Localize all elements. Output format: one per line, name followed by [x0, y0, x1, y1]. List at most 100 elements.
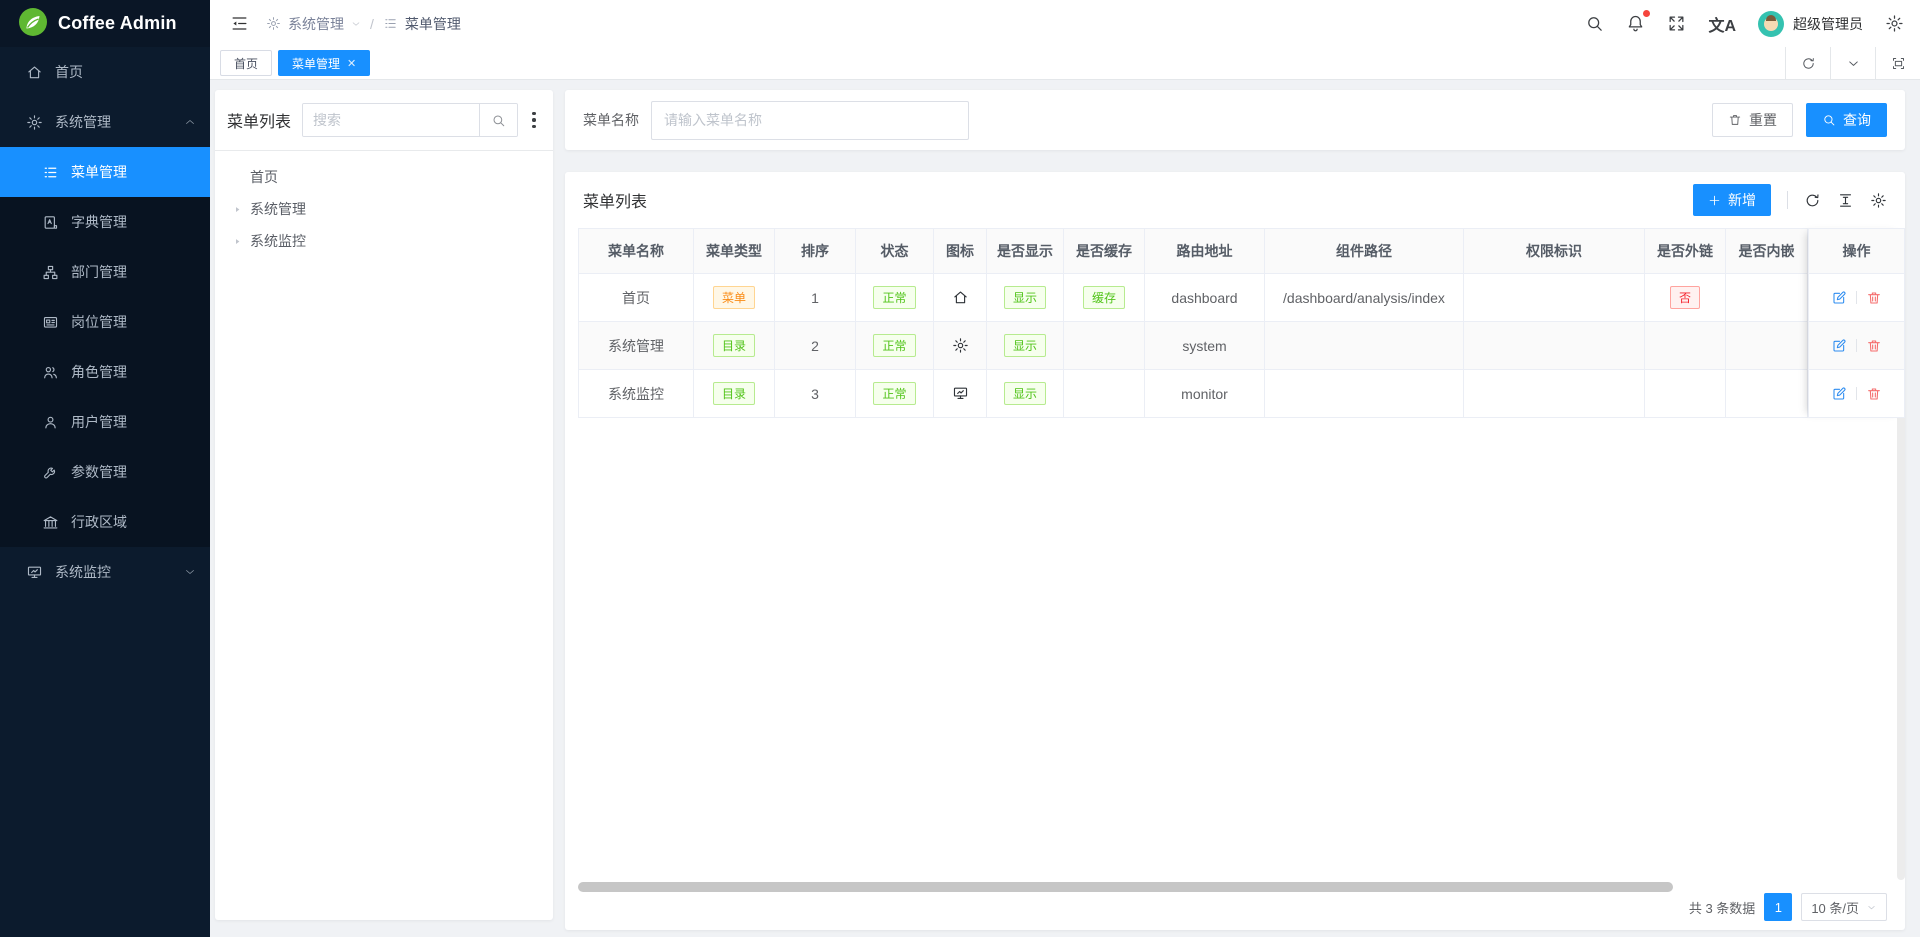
menu-type-tag: 菜单: [713, 286, 755, 309]
roles-icon: [42, 364, 59, 381]
row-height-icon[interactable]: [1837, 192, 1854, 209]
sidebar-item-menu-management[interactable]: 菜单管理: [0, 147, 210, 197]
search-icon: [1822, 113, 1836, 127]
horizontal-scrollbar-thumb[interactable]: [578, 882, 1673, 892]
delete-icon[interactable]: [1866, 386, 1882, 402]
sidebar-item-dept-management[interactable]: 部门管理: [0, 247, 210, 297]
menu-name-input[interactable]: [651, 101, 969, 140]
pagination: 共 3 条数据 1 10 条/页: [1689, 893, 1887, 921]
tree-search-button[interactable]: [479, 104, 517, 136]
plus-icon: [1708, 194, 1721, 207]
sidebar-collapse-icon[interactable]: [226, 11, 252, 37]
gear-icon: [952, 337, 969, 354]
table-card-header: 菜单列表 新增: [565, 172, 1905, 228]
visible-tag: 显示: [1004, 382, 1046, 405]
close-tab-icon[interactable]: ✕: [347, 57, 356, 70]
org-chart-icon: [42, 264, 59, 281]
tree-node-system-management[interactable]: 系统管理: [221, 193, 547, 225]
query-button[interactable]: 查询: [1806, 103, 1887, 137]
tab-home[interactable]: 首页: [220, 50, 272, 76]
translate-icon[interactable]: 文A: [1708, 12, 1736, 36]
delete-icon[interactable]: [1866, 338, 1882, 354]
user-menu[interactable]: 超级管理员: [1758, 11, 1863, 37]
dictionary-icon: [42, 214, 59, 231]
external-link-tag: 否: [1670, 286, 1700, 309]
search-icon[interactable]: [1585, 14, 1604, 33]
home-icon: [26, 64, 43, 81]
breadcrumb-level2: 菜单管理: [405, 14, 461, 34]
page-size-select[interactable]: 10 条/页: [1801, 893, 1887, 921]
sidebar-item-dict-management[interactable]: 字典管理: [0, 197, 210, 247]
bank-icon: [42, 514, 59, 531]
menu-type-tag: 目录: [713, 334, 755, 357]
tree-node-home[interactable]: 首页: [221, 161, 547, 193]
cache-tag: 缓存: [1083, 286, 1125, 309]
tree-search-input[interactable]: [303, 104, 479, 136]
home-icon: [952, 289, 969, 306]
monitor-icon: [952, 385, 969, 402]
trash-icon: [1728, 113, 1742, 127]
sidebar-item-param-management[interactable]: 参数管理: [0, 447, 210, 497]
fullscreen-icon[interactable]: [1667, 14, 1686, 33]
main-column: 菜单名称 重置 查询 菜单列表 新增: [565, 90, 1905, 150]
monitor-icon: [26, 564, 43, 581]
breadcrumb: 系统管理 / 菜单管理: [266, 14, 461, 34]
breadcrumb-level1[interactable]: 系统管理: [288, 14, 344, 34]
sidebar-item-home[interactable]: 首页: [0, 47, 210, 97]
status-tag: 正常: [873, 382, 915, 405]
chevron-down-icon[interactable]: [1830, 47, 1875, 79]
add-button[interactable]: 新增: [1693, 184, 1771, 216]
status-tag: 正常: [873, 286, 915, 309]
user-icon: [42, 414, 59, 431]
chevron-down-icon: [184, 566, 196, 578]
tree-more-icon[interactable]: [527, 110, 541, 131]
app-logo: Coffee Admin: [0, 0, 210, 47]
maximize-icon[interactable]: [1875, 47, 1920, 79]
search-form-card: 菜单名称 重置 查询: [565, 90, 1905, 150]
row-actions: [1808, 370, 1905, 418]
bell-icon[interactable]: [1626, 14, 1645, 33]
username: 超级管理员: [1793, 14, 1863, 34]
refresh-icon[interactable]: [1785, 47, 1830, 79]
table-row[interactable]: 系统监控 目录 3 正常 显示 monitor: [578, 370, 1808, 418]
content-area: 菜单列表 首页 系统管理 系统监控: [210, 80, 1920, 937]
refresh-icon[interactable]: [1804, 192, 1821, 209]
sidebar-item-region[interactable]: 行政区域: [0, 497, 210, 547]
row-actions: [1808, 274, 1905, 322]
table-row[interactable]: 系统管理 目录 2 正常 显示 system: [578, 322, 1808, 370]
sidebar: Coffee Admin 首页 系统管理 菜单管理 字典管理 部门管理 岗位管理…: [0, 0, 210, 937]
menu-list-icon: [383, 16, 398, 31]
settings-gear-icon[interactable]: [1885, 14, 1904, 33]
visible-tag: 显示: [1004, 334, 1046, 357]
delete-icon[interactable]: [1866, 290, 1882, 306]
sidebar-item-post-management[interactable]: 岗位管理: [0, 297, 210, 347]
caret-right-icon[interactable]: [229, 233, 245, 249]
sidebar-item-system-monitor[interactable]: 系统监控: [0, 547, 210, 597]
reset-button[interactable]: 重置: [1712, 103, 1793, 137]
menu-name-label: 菜单名称: [583, 110, 639, 130]
search-icon: [491, 113, 506, 128]
tab-menu-management[interactable]: 菜单管理 ✕: [278, 50, 370, 76]
sidebar-item-system-management[interactable]: 系统管理: [0, 97, 210, 147]
tree-node-system-monitor[interactable]: 系统监控: [221, 225, 547, 257]
sidebar-submenu-system: 菜单管理 字典管理 部门管理 岗位管理 角色管理 用户管理 参数管理 行政区域: [0, 147, 210, 547]
chevron-down-icon: [351, 19, 361, 29]
edit-icon[interactable]: [1831, 290, 1847, 306]
table-header-row: 菜单名称 菜单类型 排序 状态 图标 是否显示 是否缓存 路由地址 组件路径 权…: [578, 228, 1808, 274]
chevron-down-icon: [1866, 902, 1877, 913]
table-row[interactable]: 首页 菜单 1 正常 显示 缓存 dashboard /dashboard/an…: [578, 274, 1808, 322]
row-actions: [1808, 322, 1905, 370]
chevron-up-icon: [184, 116, 196, 128]
sidebar-item-user-management[interactable]: 用户管理: [0, 397, 210, 447]
sidebar-item-role-management[interactable]: 角色管理: [0, 347, 210, 397]
menu-table-card: 菜单列表 新增 菜单名称 菜单类型: [565, 172, 1905, 930]
menu-tree-panel: 菜单列表 首页 系统管理 系统监控: [215, 90, 553, 920]
edit-icon[interactable]: [1831, 386, 1847, 402]
gear-icon: [266, 16, 281, 31]
notification-badge: [1643, 10, 1650, 17]
caret-right-icon[interactable]: [229, 201, 245, 217]
avatar: [1758, 11, 1784, 37]
page-1-button[interactable]: 1: [1764, 893, 1792, 921]
edit-icon[interactable]: [1831, 338, 1847, 354]
column-settings-gear-icon[interactable]: [1870, 192, 1887, 209]
